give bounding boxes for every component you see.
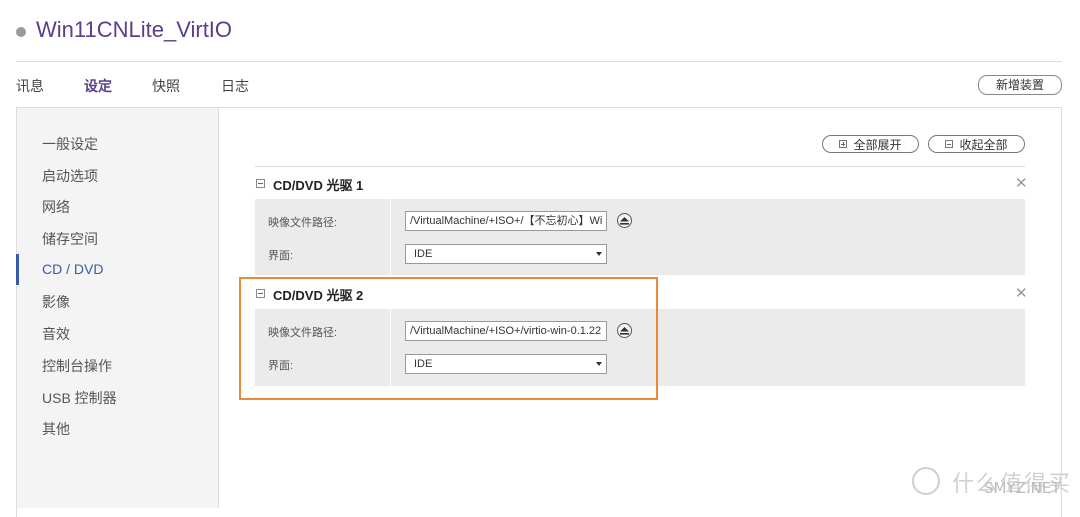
sidebar-item-boot-options[interactable]: 启动选项 xyxy=(42,166,98,186)
drive-2-panel xyxy=(255,309,1025,386)
drive-1-interface-value: IDE xyxy=(414,248,433,260)
sidebar-item-audio[interactable]: 音效 xyxy=(42,324,70,344)
sidebar-item-general[interactable]: 一般设定 xyxy=(42,134,98,154)
drive-1-interface-select[interactable]: IDE xyxy=(405,244,607,264)
expand-icon xyxy=(839,140,848,148)
sidebar-item-storage[interactable]: 储存空间 xyxy=(42,229,98,249)
header-divider xyxy=(16,61,1062,62)
drive-2-title: CD/DVD 光驱 2 xyxy=(273,288,364,303)
page-title: Win11CNLite_VirtIO xyxy=(36,17,233,42)
drive-2-interface-label: 界面: xyxy=(268,360,294,372)
drive-2-interface-select[interactable]: IDE xyxy=(405,354,607,374)
tab-settings[interactable]: 设定 xyxy=(84,76,112,96)
drive-1-title: CD/DVD 光驱 1 xyxy=(273,178,364,193)
status-dot-icon xyxy=(16,27,26,37)
dropdown-arrow-icon xyxy=(596,252,602,256)
sidebar-item-video[interactable]: 影像 xyxy=(42,292,70,312)
drive-1-path-label: 映像文件路径: xyxy=(268,217,338,229)
dropdown-arrow-icon xyxy=(596,362,602,366)
sidebar-active-indicator xyxy=(16,254,19,285)
expand-all-button[interactable]: 全部展开 xyxy=(822,135,919,153)
sidebar-item-console[interactable]: 控制台操作 xyxy=(42,356,112,376)
drive-1-interface-label: 界面: xyxy=(268,250,294,262)
section-divider xyxy=(255,166,1025,167)
drive-2-eject-icon[interactable] xyxy=(617,323,632,338)
drive-1-path-field[interactable]: /VirtualMachine/+ISO+/【不忘初心】Wi xyxy=(405,211,607,231)
drive-1-eject-icon[interactable] xyxy=(617,213,632,228)
collapse-all-button[interactable]: 收起全部 xyxy=(928,135,1025,153)
collapse-icon xyxy=(945,140,954,148)
tab-logs[interactable]: 日志 xyxy=(221,76,249,96)
watermark-logo-icon xyxy=(912,467,940,495)
drive-1-close-icon[interactable]: ✕ xyxy=(1015,174,1028,192)
tab-info[interactable]: 讯息 xyxy=(16,76,44,96)
sidebar-item-network[interactable]: 网络 xyxy=(42,197,70,217)
expand-all-label: 全部展开 xyxy=(853,137,902,152)
drive-1-collapse-toggle[interactable] xyxy=(256,179,265,188)
watermark-site: SMYZ.NET xyxy=(984,479,1061,497)
sidebar-item-other[interactable]: 其他 xyxy=(42,419,70,439)
drive-1-panel xyxy=(255,199,1025,275)
sidebar-item-usb-controller[interactable]: USB 控制器 xyxy=(42,388,117,408)
drive-2-collapse-toggle[interactable] xyxy=(256,289,265,298)
tab-snapshots[interactable]: 快照 xyxy=(152,76,180,96)
drive-2-path-label: 映像文件路径: xyxy=(268,327,338,339)
drive-2-interface-value: IDE xyxy=(414,358,433,370)
drive-2-close-icon[interactable]: ✕ xyxy=(1015,284,1028,302)
collapse-all-label: 收起全部 xyxy=(959,137,1008,152)
add-device-button[interactable]: 新增装置 xyxy=(978,75,1062,95)
drive-2-path-field[interactable]: /VirtualMachine/+ISO+/virtio-win-0.1.22 xyxy=(405,321,607,341)
sidebar-item-cd-dvd[interactable]: CD / DVD xyxy=(42,261,103,277)
